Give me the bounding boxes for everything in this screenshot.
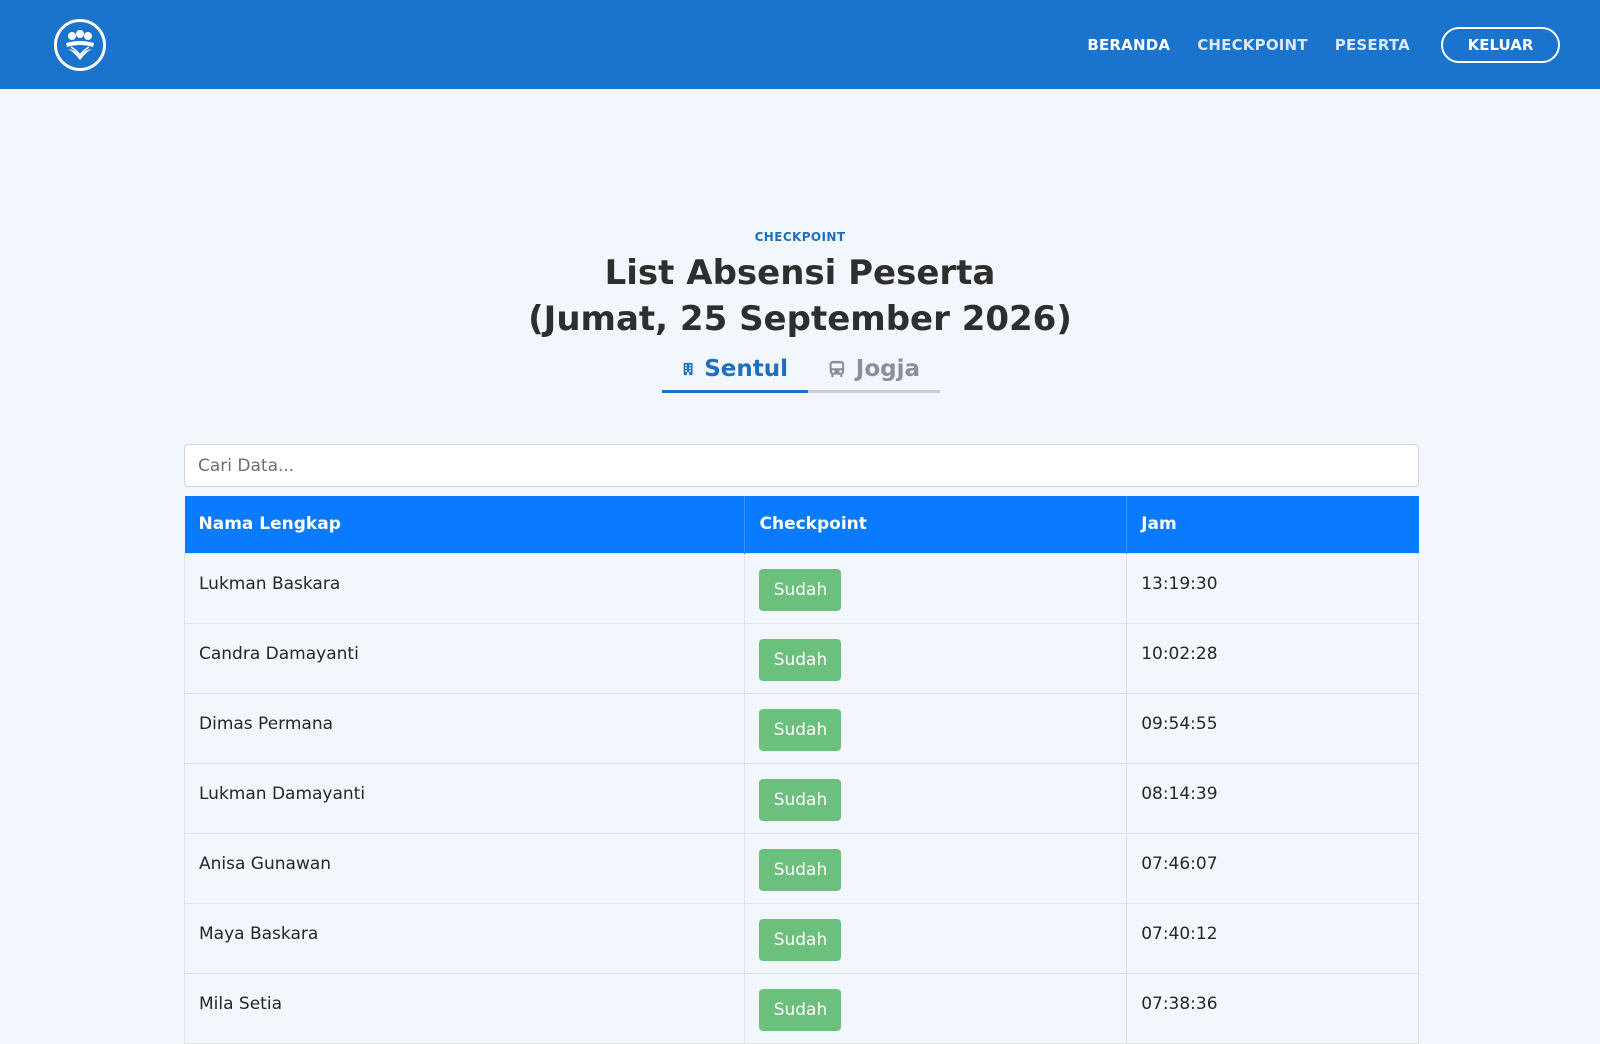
cell-time: 09:54:55 (1126, 692, 1419, 764)
tab-jogja-label: Jogja (855, 356, 920, 382)
tab-jogja[interactable]: Jogja (808, 352, 940, 393)
status-badge: Sudah (759, 848, 842, 891)
table-row: Lukman Baskara Sudah 13:19:30 (183, 552, 1419, 624)
cell-name: Maya Baskara (183, 902, 746, 974)
tab-sentul[interactable]: Sentul (662, 352, 808, 393)
nav-link-peserta[interactable]: PESERTA (1335, 36, 1410, 54)
cell-time: 07:38:36 (1126, 972, 1419, 1044)
search-input[interactable] (184, 444, 1419, 487)
page-header: CHECKPOINT List Absensi Peserta (Jumat, … (0, 230, 1600, 342)
cell-time: 10:02:28 (1126, 622, 1419, 694)
cell-checkpoint: Sudah (744, 832, 1128, 904)
status-badge: Sudah (759, 708, 842, 751)
table-row: Lukman Damayanti Sudah 08:14:39 (183, 762, 1419, 834)
page-title-line-1: List Absensi Peserta (604, 253, 996, 293)
cell-checkpoint: Sudah (744, 622, 1128, 694)
table-row: Mila Setia Sudah 07:38:36 (183, 972, 1419, 1044)
nav-link-checkpoint[interactable]: CHECKPOINT (1197, 36, 1308, 54)
cell-checkpoint: Sudah (744, 902, 1128, 974)
logo-icon (66, 29, 94, 60)
page-title: List Absensi Peserta (Jumat, 25 Septembe… (0, 250, 1600, 342)
page-eyebrow: CHECKPOINT (754, 230, 846, 244)
table-row: Anisa Gunawan Sudah 07:46:07 (183, 832, 1419, 904)
table-row: Candra Damayanti Sudah 10:02:28 (183, 622, 1419, 694)
nav-link-beranda[interactable]: BERANDA (1087, 36, 1170, 54)
status-badge: Sudah (759, 918, 842, 961)
column-header-jam[interactable]: Jam (1126, 496, 1419, 553)
nav-menu: BERANDA CHECKPOINT PESERTA KELUAR (1060, 26, 1560, 63)
cell-name: Lukman Baskara (183, 552, 746, 624)
building-icon (683, 362, 693, 376)
page-title-line-2: (Jumat, 25 September 2026) (528, 299, 1072, 339)
location-tabs: Sentul Jogja (662, 352, 940, 393)
cell-name: Candra Damayanti (183, 622, 746, 694)
cell-name: Anisa Gunawan (183, 832, 746, 904)
column-header-checkpoint[interactable]: Checkpoint (744, 496, 1128, 553)
cell-checkpoint: Sudah (744, 692, 1128, 764)
table-row: Dimas Permana Sudah 09:54:55 (183, 692, 1419, 764)
tab-sentul-label: Sentul (704, 356, 788, 382)
attendance-table: Nama Lengkap Checkpoint Jam Lukman Baska… (183, 496, 1419, 1044)
status-badge: Sudah (759, 778, 842, 821)
column-header-nama[interactable]: Nama Lengkap (184, 496, 746, 553)
cell-name: Mila Setia (183, 972, 746, 1044)
cell-checkpoint: Sudah (744, 972, 1128, 1044)
logout-button[interactable]: KELUAR (1441, 26, 1560, 63)
cell-checkpoint: Sudah (744, 762, 1128, 834)
cell-name: Lukman Damayanti (183, 762, 746, 834)
logo[interactable] (54, 18, 106, 71)
cell-time: 13:19:30 (1126, 552, 1419, 624)
cell-checkpoint: Sudah (744, 552, 1128, 624)
status-badge: Sudah (759, 988, 842, 1031)
status-badge: Sudah (759, 568, 842, 611)
table-row: Maya Baskara Sudah 07:40:12 (183, 902, 1419, 974)
cell-name: Dimas Permana (183, 692, 746, 764)
bus-icon (829, 360, 845, 378)
status-badge: Sudah (759, 638, 842, 681)
cell-time: 08:14:39 (1126, 762, 1419, 834)
navbar: BERANDA CHECKPOINT PESERTA KELUAR (0, 0, 1600, 89)
cell-time: 07:46:07 (1126, 832, 1419, 904)
cell-time: 07:40:12 (1126, 902, 1419, 974)
table-header-row: Nama Lengkap Checkpoint Jam (184, 496, 1419, 553)
